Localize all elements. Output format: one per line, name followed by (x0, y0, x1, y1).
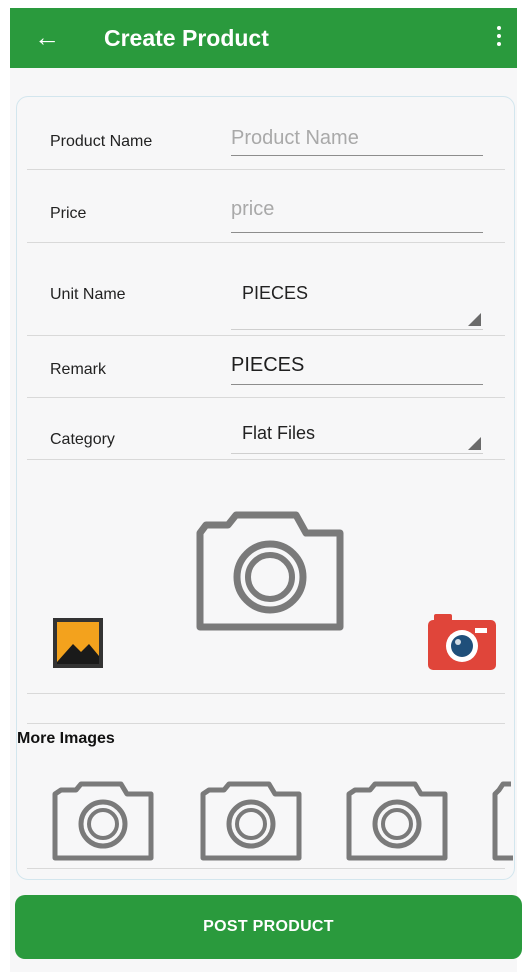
category-label: Category (50, 431, 115, 448)
more-image-slot-3[interactable] (345, 780, 449, 862)
product-name-input[interactable]: Product Name (231, 127, 483, 156)
remark-input[interactable]: PIECES (231, 354, 483, 385)
category-selected: Flat Files (242, 423, 316, 443)
unit-name-selected: PIECES (242, 283, 309, 303)
divider (27, 693, 505, 694)
more-image-slot-4[interactable] (491, 780, 513, 862)
remark-label: Remark (50, 361, 107, 378)
more-vert-icon[interactable] (495, 26, 503, 50)
price-row: Price price (27, 170, 505, 243)
app-bar: ← Create Product (10, 8, 517, 68)
category-row: Category Flat Files (27, 398, 505, 460)
product-name-row: Product Name Product Name (27, 97, 505, 170)
product-name-label: Product Name (50, 133, 153, 150)
product-form-card: Product Name Product Name Price price Un… (16, 96, 515, 880)
more-image-slot-1[interactable] (51, 780, 155, 862)
more-images-title: More Images (17, 730, 115, 747)
unit-name-dropdown[interactable]: PIECES (231, 278, 483, 330)
price-input[interactable]: price (231, 198, 483, 233)
divider (27, 868, 505, 869)
more-image-slot-2[interactable] (199, 780, 303, 862)
camera-outline-icon[interactable] (190, 509, 350, 633)
price-label: Price (50, 205, 87, 222)
unit-name-row: Unit Name PIECES (27, 243, 505, 336)
dropdown-arrow-icon (468, 437, 481, 450)
back-arrow-icon[interactable]: ← (34, 22, 60, 52)
unit-name-label: Unit Name (50, 286, 126, 303)
category-dropdown[interactable]: Flat Files (231, 420, 483, 454)
divider (27, 723, 505, 724)
remark-row: Remark PIECES (27, 336, 505, 398)
gallery-picture-icon[interactable] (53, 618, 103, 668)
dropdown-arrow-icon (468, 313, 481, 326)
post-product-button[interactable]: POST PRODUCT (15, 895, 522, 959)
content-area: Product Name Product Name Price price Un… (10, 68, 517, 972)
main-image-area (27, 477, 505, 693)
page-title: Create Product (104, 25, 269, 51)
red-camera-icon[interactable] (428, 614, 496, 670)
